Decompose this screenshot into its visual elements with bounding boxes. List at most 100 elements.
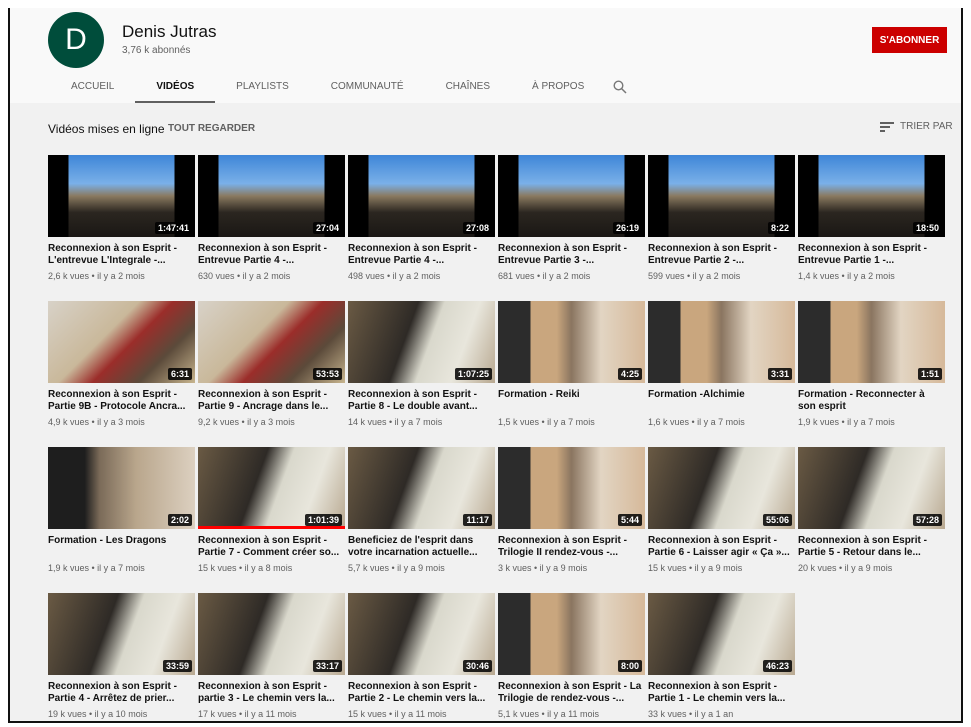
- video-title[interactable]: Reconnexion à son Esprit - Partie 9B - P…: [48, 389, 195, 413]
- sort-button[interactable]: TRIER PAR: [880, 121, 953, 132]
- video-card[interactable]: 33:17 Reconnexion à son Esprit - partie …: [198, 593, 345, 719]
- video-thumbnail[interactable]: 30:46: [348, 593, 495, 675]
- video-title[interactable]: Reconnexion à son Esprit - Partie 1 - Le…: [648, 681, 795, 705]
- video-duration: 8:00: [617, 660, 642, 672]
- video-meta: 15 k vues • il y a 9 mois: [648, 563, 743, 573]
- video-duration: 30:46: [462, 660, 492, 672]
- video-card[interactable]: 2:02 Formation - Les Dragons 1,9 k vues …: [48, 447, 195, 573]
- video-card[interactable]: 53:53 Reconnexion à son Esprit - Partie …: [198, 301, 345, 427]
- video-card[interactable]: 6:31 Reconnexion à son Esprit - Partie 9…: [48, 301, 195, 427]
- video-duration: 26:19: [612, 222, 642, 234]
- video-title[interactable]: Reconnexion à son Esprit - partie 3 - Le…: [198, 681, 345, 705]
- video-thumbnail[interactable]: 57:28: [798, 447, 945, 529]
- video-title[interactable]: Reconnexion à son Esprit - Entrevue Part…: [798, 243, 945, 267]
- avatar[interactable]: D: [48, 12, 104, 68]
- video-meta: 19 k vues • il y a 10 mois: [48, 709, 148, 719]
- video-card[interactable]: 30:46 Reconnexion à son Esprit - Partie …: [348, 593, 495, 719]
- video-card[interactable]: 3:31 Formation -Alchimie 1,6 k vues • il…: [648, 301, 795, 427]
- video-thumbnail[interactable]: 27:08: [348, 155, 495, 237]
- video-meta: 4,9 k vues • il y a 3 mois: [48, 417, 145, 427]
- video-thumbnail[interactable]: 11:17: [348, 447, 495, 529]
- subscriber-count: 3,76 k abonnés: [122, 45, 191, 56]
- video-meta: 1,6 k vues • il y a 7 mois: [648, 417, 745, 427]
- video-meta: 1,4 k vues • il y a 2 mois: [798, 271, 895, 281]
- channel-tabs: ACCUEIL VIDÉOS PLAYLISTS COMMUNAUTÉ CHAÎNES À…: [50, 70, 635, 103]
- video-card[interactable]: 27:04 Reconnexion à son Esprit - Entrevu…: [198, 155, 345, 281]
- video-thumbnail[interactable]: 1:47:41: [48, 155, 195, 237]
- video-thumbnail[interactable]: 8:00: [498, 593, 645, 675]
- video-title[interactable]: Reconnexion à son Esprit - Entrevue Part…: [348, 243, 495, 267]
- video-thumbnail[interactable]: 6:31: [48, 301, 195, 383]
- video-title[interactable]: Formation - Reconnecter à son esprit: [798, 389, 945, 413]
- video-card[interactable]: 33:59 Reconnexion à son Esprit - Partie …: [48, 593, 195, 719]
- video-meta: 14 k vues • il y a 7 mois: [348, 417, 443, 427]
- video-card[interactable]: 46:23 Reconnexion à son Esprit - Partie …: [648, 593, 795, 719]
- channel-page: D Denis Jutras 3,76 k abonnés S'ABONNER …: [8, 8, 963, 723]
- video-title[interactable]: Reconnexion à son Esprit - Partie 7 - Co…: [198, 535, 345, 559]
- video-duration: 1:01:39: [304, 514, 342, 526]
- video-title[interactable]: Reconnexion à son Esprit - Entrevue Part…: [498, 243, 645, 267]
- video-card[interactable]: 1:51 Formation - Reconnecter à son espri…: [798, 301, 945, 427]
- video-thumbnail[interactable]: 4:25: [498, 301, 645, 383]
- video-title[interactable]: Reconnexion à son Esprit - La Trilogie d…: [498, 681, 645, 705]
- video-thumbnail[interactable]: 1:07:25: [348, 301, 495, 383]
- video-thumbnail[interactable]: 33:17: [198, 593, 345, 675]
- video-card[interactable]: 1:01:39 Reconnexion à son Esprit - Parti…: [198, 447, 345, 573]
- video-title[interactable]: Reconnexion à son Esprit -Trilogie II re…: [498, 535, 645, 559]
- video-meta: 20 k vues • il y a 9 mois: [798, 563, 893, 573]
- search-icon[interactable]: [605, 70, 635, 103]
- tab-chaines[interactable]: CHAÎNES: [425, 70, 511, 103]
- video-title[interactable]: Reconnexion à son Esprit - L'entrevue L'…: [48, 243, 195, 267]
- video-thumbnail[interactable]: 1:01:39: [198, 447, 345, 529]
- video-duration: 1:51: [917, 368, 942, 380]
- video-title[interactable]: Reconnexion à son Esprit - Partie 4 - Ar…: [48, 681, 195, 705]
- video-title[interactable]: Reconnexion à son Esprit - Partie 8 - Le…: [348, 389, 495, 413]
- video-thumbnail[interactable]: 27:04: [198, 155, 345, 237]
- video-title[interactable]: Formation - Reiki: [498, 389, 645, 413]
- video-thumbnail[interactable]: 3:31: [648, 301, 795, 383]
- play-all-button[interactable]: TOUT REGARDER: [168, 123, 255, 134]
- video-title[interactable]: Reconnexion à son Esprit - Partie 9 - An…: [198, 389, 345, 413]
- video-duration: 11:17: [463, 514, 492, 526]
- tab-apropos[interactable]: À PROPOS: [511, 70, 605, 103]
- video-card[interactable]: 4:25 Formation - Reiki 1,5 k vues • il y…: [498, 301, 645, 427]
- video-card[interactable]: 27:08 Reconnexion à son Esprit - Entrevu…: [348, 155, 495, 281]
- video-thumbnail[interactable]: 46:23: [648, 593, 795, 675]
- video-thumbnail[interactable]: 53:53: [198, 301, 345, 383]
- video-card[interactable]: 8:22 Reconnexion à son Esprit - Entrevue…: [648, 155, 795, 281]
- video-duration: 2:02: [167, 514, 192, 526]
- video-thumbnail[interactable]: 26:19: [498, 155, 645, 237]
- video-title[interactable]: Formation - Les Dragons: [48, 535, 195, 559]
- video-duration: 8:22: [767, 222, 792, 234]
- video-card[interactable]: 57:28 Reconnexion à son Esprit - Partie …: [798, 447, 945, 573]
- video-card[interactable]: 8:00 Reconnexion à son Esprit - La Trilo…: [498, 593, 645, 719]
- video-title[interactable]: Reconnexion à son Esprit - Partie 2 - Le…: [348, 681, 495, 705]
- video-card[interactable]: 55:06 Reconnexion à son Esprit - Partie …: [648, 447, 795, 573]
- video-title[interactable]: Beneficiez de l'esprit dans votre incarn…: [348, 535, 495, 559]
- video-card[interactable]: 11:17 Beneficiez de l'esprit dans votre …: [348, 447, 495, 573]
- video-title[interactable]: Reconnexion à son Esprit - Partie 6 - La…: [648, 535, 795, 559]
- video-card[interactable]: 1:47:41 Reconnexion à son Esprit - L'ent…: [48, 155, 195, 281]
- video-title[interactable]: Reconnexion à son Esprit - Entrevue Part…: [648, 243, 795, 267]
- video-meta: 3 k vues • il y a 9 mois: [498, 563, 588, 573]
- tab-playlists[interactable]: PLAYLISTS: [215, 70, 310, 103]
- video-thumbnail[interactable]: 33:59: [48, 593, 195, 675]
- video-card[interactable]: 26:19 Reconnexion à son Esprit - Entrevu…: [498, 155, 645, 281]
- video-thumbnail[interactable]: 5:44: [498, 447, 645, 529]
- tab-accueil[interactable]: ACCUEIL: [50, 70, 135, 103]
- video-thumbnail[interactable]: 1:51: [798, 301, 945, 383]
- video-thumbnail[interactable]: 55:06: [648, 447, 795, 529]
- video-thumbnail[interactable]: 18:50: [798, 155, 945, 237]
- video-thumbnail[interactable]: 8:22: [648, 155, 795, 237]
- subscribe-button[interactable]: S'ABONNER: [872, 27, 947, 53]
- video-card[interactable]: 5:44 Reconnexion à son Esprit -Trilogie …: [498, 447, 645, 573]
- tab-videos[interactable]: VIDÉOS: [135, 70, 215, 103]
- video-thumbnail[interactable]: 2:02: [48, 447, 195, 529]
- video-card[interactable]: 1:07:25 Reconnexion à son Esprit - Parti…: [348, 301, 495, 427]
- video-title[interactable]: Reconnexion à son Esprit - Partie 5 - Re…: [798, 535, 945, 559]
- video-title[interactable]: Reconnexion à son Esprit - Entrevue Part…: [198, 243, 345, 267]
- video-title[interactable]: Formation -Alchimie: [648, 389, 795, 413]
- tab-communaute[interactable]: COMMUNAUTÉ: [310, 70, 425, 103]
- video-card[interactable]: 18:50 Reconnexion à son Esprit - Entrevu…: [798, 155, 945, 281]
- video-duration: 27:04: [312, 222, 342, 234]
